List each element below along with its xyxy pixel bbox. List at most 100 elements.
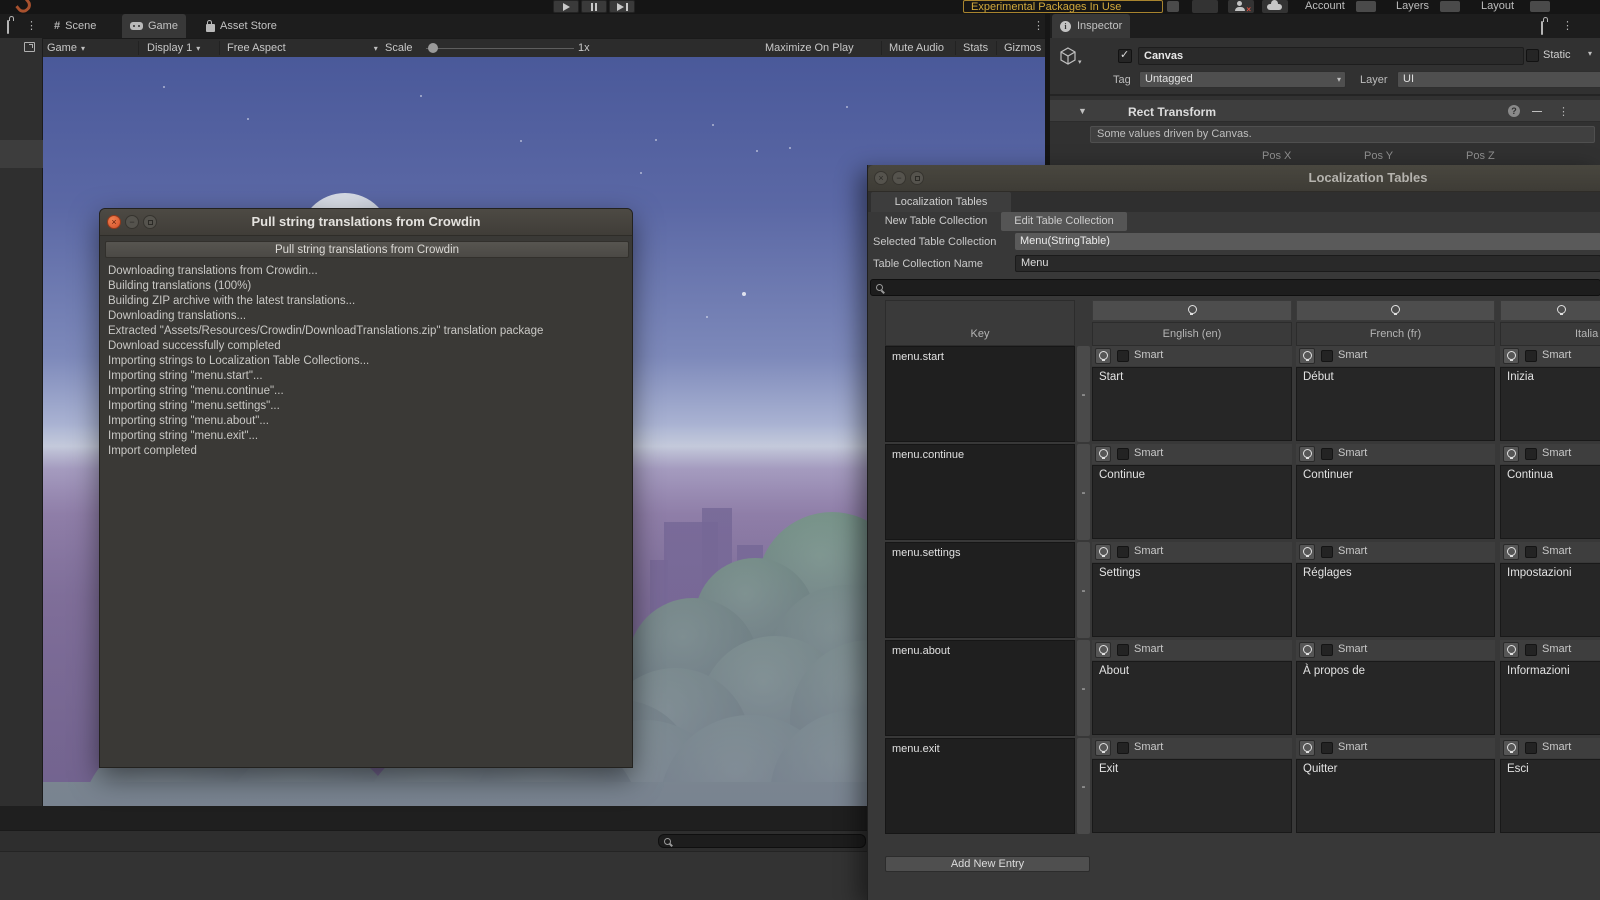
mute-audio-button[interactable]: Mute Audio	[889, 39, 944, 57]
foldout-arrow-icon[interactable]: ▼	[1078, 106, 1087, 116]
gameobject-cube-icon[interactable]	[1058, 46, 1078, 69]
smart-checkbox[interactable]	[1321, 742, 1333, 754]
rect-transform-header[interactable]: ▼ Rect Transform ? ⋮	[1050, 100, 1600, 122]
smart-checkbox[interactable]	[1525, 742, 1537, 754]
smart-checkbox[interactable]	[1321, 350, 1333, 362]
translation-cell-fr[interactable]: À propos de	[1296, 661, 1495, 735]
smart-checkbox[interactable]	[1525, 448, 1537, 460]
entry-settings-button[interactable]	[1503, 642, 1519, 658]
tab-inspector[interactable]: i Inspector	[1052, 14, 1131, 38]
aspect-dropdown[interactable]: Free Aspect ▾	[227, 39, 378, 57]
collab-button[interactable]: ×	[1228, 0, 1254, 14]
smart-checkbox[interactable]	[1117, 350, 1129, 362]
tag-dropdown[interactable]: Untagged ▾	[1139, 71, 1346, 88]
static-dropdown-arrow[interactable]: ▾	[1588, 49, 1592, 58]
column-settings-fr[interactable]	[1296, 300, 1495, 321]
smart-checkbox[interactable]	[1321, 448, 1333, 460]
translation-cell-en[interactable]: Settings	[1092, 563, 1292, 637]
entry-settings-button[interactable]	[1095, 642, 1111, 658]
key-cell[interactable]: menu.continue	[885, 444, 1075, 540]
remove-entry-button[interactable]: -	[1077, 738, 1090, 834]
new-table-collection-button[interactable]: New Table Collection	[871, 212, 1001, 231]
cloud-button[interactable]	[1262, 0, 1288, 13]
rail-item[interactable]	[0, 140, 43, 168]
static-checkbox[interactable]	[1526, 49, 1539, 62]
game-panel-menu-icon[interactable]: ⋮	[1033, 19, 1044, 32]
active-checkbox[interactable]	[1118, 48, 1132, 63]
entry-settings-button[interactable]	[1299, 446, 1315, 462]
translation-cell-en[interactable]: About	[1092, 661, 1292, 735]
key-cell[interactable]: menu.start	[885, 346, 1075, 442]
pause-button[interactable]	[581, 0, 607, 13]
translation-cell-fr[interactable]: Début	[1296, 367, 1495, 441]
entry-settings-button[interactable]	[1299, 544, 1315, 560]
key-cell[interactable]: menu.exit	[885, 738, 1075, 834]
column-settings-it[interactable]	[1500, 300, 1600, 321]
bottom-search-input[interactable]	[658, 834, 866, 848]
translation-cell-it[interactable]: Continua	[1500, 465, 1600, 539]
smart-checkbox[interactable]	[1525, 644, 1537, 656]
layers-dropdown-box[interactable]	[1440, 1, 1460, 12]
panel-lock-icon[interactable]	[7, 20, 9, 34]
entry-settings-button[interactable]	[1299, 740, 1315, 756]
tab-asset-store[interactable]: Asset Store	[198, 14, 285, 38]
translation-cell-it[interactable]: Impostazioni	[1500, 563, 1600, 637]
column-settings-en[interactable]	[1092, 300, 1292, 321]
display-dropdown[interactable]: Display 1 ▾	[147, 39, 200, 57]
key-cell[interactable]: menu.about	[885, 640, 1075, 736]
entry-settings-button[interactable]	[1503, 446, 1519, 462]
window-titlebar[interactable]: × − Localization Tables	[868, 165, 1600, 192]
game-view-dropdown[interactable]: Game ▾	[47, 39, 85, 57]
maximize-on-play-button[interactable]: Maximize On Play	[765, 39, 854, 57]
collapsed-panel-icon[interactable]	[24, 42, 35, 52]
translation-cell-it[interactable]: Inizia	[1500, 367, 1600, 441]
remove-entry-button[interactable]: -	[1077, 640, 1090, 736]
layers-dropdown[interactable]: Layers	[1396, 0, 1429, 13]
translation-cell-en[interactable]: Start	[1092, 367, 1292, 441]
account-dropdown[interactable]: Account	[1305, 0, 1345, 13]
help-icon[interactable]: ?	[1508, 105, 1520, 117]
remove-entry-button[interactable]: -	[1077, 346, 1090, 442]
tab-localization-tables[interactable]: Localization Tables	[871, 192, 1011, 212]
translation-cell-fr[interactable]: Quitter	[1296, 759, 1495, 833]
smart-checkbox[interactable]	[1117, 448, 1129, 460]
badge-dropdown[interactable]	[1167, 1, 1179, 12]
tab-scene[interactable]: # Scene	[46, 14, 104, 38]
layout-dropdown-box[interactable]	[1530, 1, 1550, 12]
entry-settings-button[interactable]	[1503, 544, 1519, 560]
entry-settings-button[interactable]	[1095, 740, 1111, 756]
column-header-it[interactable]: Italia	[1500, 322, 1600, 346]
translation-cell-fr[interactable]: Réglages	[1296, 563, 1495, 637]
play-button[interactable]	[553, 0, 579, 13]
translation-cell-it[interactable]: Informazioni	[1500, 661, 1600, 735]
object-name-field[interactable]: Canvas	[1138, 47, 1524, 65]
translation-cell-en[interactable]: Exit	[1092, 759, 1292, 833]
remove-entry-button[interactable]: -	[1077, 444, 1090, 540]
step-button[interactable]	[609, 0, 635, 13]
translation-cell-it[interactable]: Esci	[1500, 759, 1600, 833]
entry-settings-button[interactable]	[1299, 348, 1315, 364]
component-menu-icon[interactable]: ⋮	[1558, 105, 1569, 118]
pull-translations-button[interactable]: Pull string translations from Crowdin	[105, 241, 629, 258]
close-icon[interactable]: ×	[874, 171, 888, 185]
undo-history-button[interactable]	[1192, 0, 1218, 13]
entry-settings-button[interactable]	[1503, 348, 1519, 364]
entry-settings-button[interactable]	[1095, 544, 1111, 560]
icon-dropdown-arrow[interactable]: ▾	[1078, 58, 1082, 66]
remove-entry-button[interactable]: -	[1077, 542, 1090, 638]
entry-settings-button[interactable]	[1095, 446, 1111, 462]
entry-settings-button[interactable]	[1095, 348, 1111, 364]
stats-button[interactable]: Stats	[963, 39, 988, 57]
translation-cell-fr[interactable]: Continuer	[1296, 465, 1495, 539]
table-search-input[interactable]	[870, 279, 1600, 296]
smart-checkbox[interactable]	[1525, 350, 1537, 362]
experimental-packages-badge[interactable]: Experimental Packages In Use	[963, 0, 1163, 13]
edit-table-collection-button[interactable]: Edit Table Collection	[1001, 212, 1127, 231]
entry-settings-button[interactable]	[1299, 642, 1315, 658]
scale-slider-track[interactable]	[426, 48, 574, 49]
table-collection-name-field[interactable]: Menu	[1015, 255, 1600, 272]
smart-checkbox[interactable]	[1321, 644, 1333, 656]
account-dropdown-box[interactable]	[1356, 1, 1376, 12]
smart-checkbox[interactable]	[1117, 742, 1129, 754]
add-new-entry-button[interactable]: Add New Entry	[885, 856, 1090, 872]
